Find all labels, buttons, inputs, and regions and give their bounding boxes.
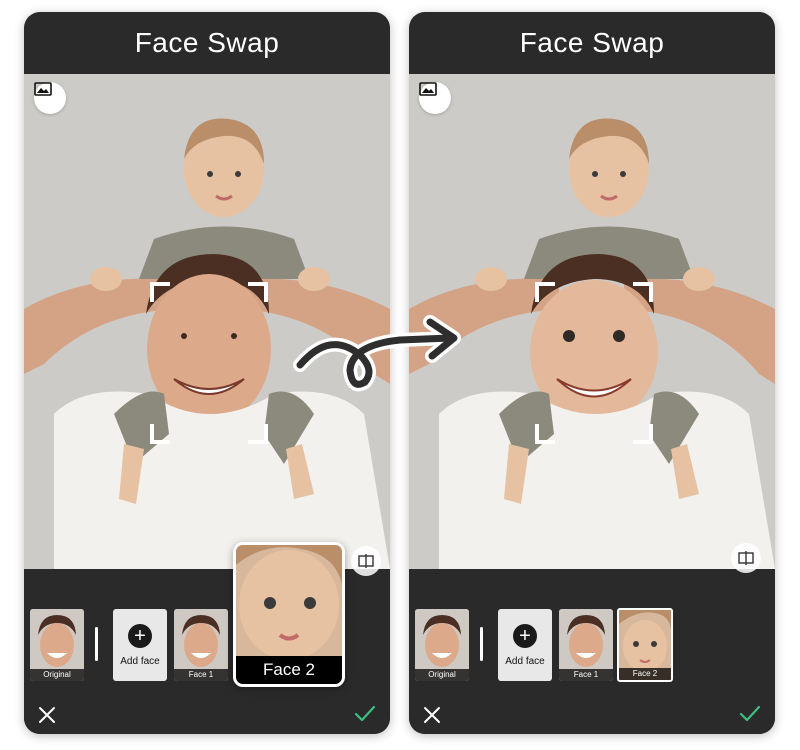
compare-icon [738, 551, 754, 565]
selector-divider [480, 627, 483, 661]
face2-popup-caption: Face 2 [236, 656, 342, 684]
face-thumb-caption: Face 2 [619, 668, 671, 680]
plus-icon: + [513, 623, 537, 648]
close-icon[interactable] [423, 706, 441, 724]
face-selector: Original + Add face Face 1 [409, 569, 775, 699]
face-thumb-caption: Original [30, 669, 84, 681]
face-thumb-original[interactable]: Original [415, 609, 469, 681]
selector-divider [95, 627, 98, 661]
add-face-label: Add face [505, 655, 545, 667]
gallery-icon [419, 82, 437, 96]
face-thumb-caption: Original [415, 669, 469, 681]
face-thumb-caption: Face 1 [174, 669, 228, 681]
face2-preview-popup[interactable]: Face 2 [233, 542, 345, 687]
add-face-button[interactable]: + Add face [113, 609, 167, 681]
screen-title: Face Swap [134, 27, 280, 58]
action-bar [24, 694, 390, 734]
face-thumb-2[interactable]: Face 2 [617, 608, 673, 682]
compare-button[interactable] [351, 546, 381, 576]
action-bar [409, 694, 775, 734]
baby-face-photo [236, 545, 342, 660]
face-thumb-original[interactable]: Original [30, 609, 84, 681]
add-face-label: Add face [120, 655, 160, 667]
screen-title: Face Swap [519, 27, 665, 58]
compare-icon [358, 554, 374, 568]
close-icon[interactable] [38, 706, 56, 724]
compare-button[interactable] [731, 543, 761, 573]
gallery-button[interactable] [34, 82, 66, 114]
curved-arrow-icon [293, 315, 461, 392]
plus-icon: + [128, 623, 152, 648]
face-thumb-caption: Face 1 [559, 669, 613, 681]
face-thumb-1[interactable]: Face 1 [174, 609, 228, 681]
gallery-icon [34, 82, 52, 96]
face-thumb-1[interactable]: Face 1 [559, 609, 613, 681]
check-icon[interactable] [354, 704, 376, 724]
gallery-button[interactable] [419, 82, 451, 114]
add-face-button[interactable]: + Add face [498, 609, 552, 681]
check-icon[interactable] [739, 704, 761, 724]
